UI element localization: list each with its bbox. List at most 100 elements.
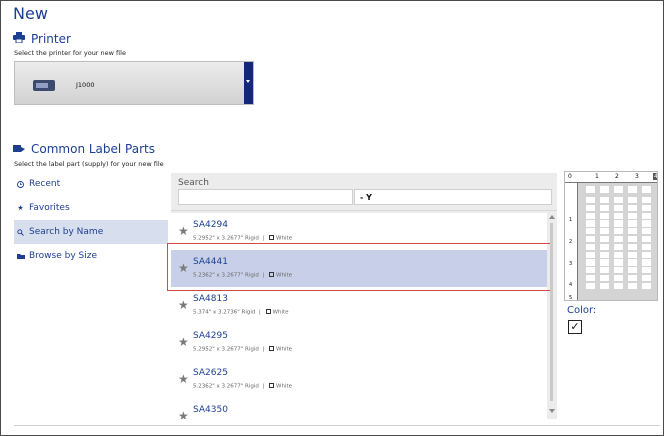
scroll-down-icon[interactable] <box>549 409 555 413</box>
part-name: SA2625 <box>193 368 228 378</box>
label-column <box>600 197 609 294</box>
printer-dropdown-button[interactable] <box>244 62 253 104</box>
part-color: White <box>276 346 293 353</box>
nav-item-label: Browse by Size <box>29 251 98 261</box>
ruler-tick-label: 3 <box>635 173 639 180</box>
tape-icon <box>13 142 25 156</box>
label-column <box>642 197 651 294</box>
printer-subtitle: Select the printer for your new file <box>14 49 126 57</box>
label-preview: 0 1 2 3 4 1 2 3 4 5 <box>564 171 658 301</box>
part-name: SA4813 <box>193 294 228 304</box>
favorite-star-icon[interactable]: ★ <box>178 335 189 349</box>
part-dims: 5.374" x 3.2736" Rigid <box>193 309 256 316</box>
ruler-horizontal: 0 1 2 3 4 <box>565 172 658 183</box>
part-color: White <box>276 272 293 279</box>
bottom-divider <box>14 425 660 426</box>
part-color: White <box>272 309 289 316</box>
list-item[interactable]: ★ SA4813 5.374" x 3.2736" Rigid | White <box>171 287 547 324</box>
list-item[interactable]: ★ SA4295 5.2952" x 3.2677" Rigid | White <box>171 324 547 361</box>
part-dims: 5.2952" x 3.2677" Rigid <box>193 346 259 353</box>
parts-panel: Search - Y ★ SA4294 5.2952" x 3.2677" Ri… <box>171 173 557 419</box>
nav-item-favorites[interactable]: ★ Favorites <box>14 196 168 220</box>
nav-item-search-by-name[interactable]: Search by Name <box>14 220 168 244</box>
color-swatch-icon <box>269 346 275 351</box>
search-filter-field[interactable]: - Y <box>354 189 552 205</box>
ruler-tick-label: 5 <box>569 295 573 301</box>
ruler-tick-label: 4 <box>569 282 573 288</box>
list-item[interactable]: ★ SA2625 5.2362" x 3.2677" Rigid | White <box>171 361 547 398</box>
nav-item-label: Recent <box>29 179 61 189</box>
ruler-tick-label: 4 <box>653 173 658 180</box>
list-item[interactable]: ★ SA4350 <box>171 398 547 419</box>
favorite-star-icon[interactable]: ★ <box>178 372 189 386</box>
label-parts-heading: Common Label Parts <box>13 142 155 156</box>
label-cell <box>614 186 623 193</box>
ruler-tick-label: 2 <box>569 239 573 245</box>
printer-selected-name: J1000 <box>76 81 95 89</box>
part-details: 5.2362" x 3.2677" Rigid | White <box>193 383 293 390</box>
color-swatch-icon <box>265 309 271 314</box>
label-cell <box>628 186 637 193</box>
color-swatch-icon <box>269 383 275 388</box>
scroll-thumb[interactable] <box>550 223 553 401</box>
label-nav: Recent ★ Favorites Search by Name Browse… <box>14 172 168 268</box>
favorite-star-icon[interactable]: ★ <box>178 261 189 275</box>
nav-item-recent[interactable]: Recent <box>14 172 168 196</box>
part-dims: 5.2362" x 3.2677" Rigid <box>193 383 259 390</box>
list-item-selected[interactable]: ★ SA4441 5.2362" x 3.2677" Rigid | White <box>171 250 547 287</box>
star-icon: ★ <box>17 203 24 212</box>
ruler-tick-label: 1 <box>569 217 573 223</box>
color-swatch-icon <box>269 272 275 277</box>
color-checkbox[interactable]: ✓ <box>568 320 582 334</box>
label-cell <box>600 186 609 193</box>
ruler-tick-label: 1 <box>595 173 599 180</box>
parts-list: ★ SA4294 5.2952" x 3.2677" Rigid | White… <box>171 213 547 419</box>
part-color: White <box>276 383 293 390</box>
scroll-up-icon[interactable] <box>549 215 555 219</box>
divider <box>171 210 557 211</box>
part-dims: 5.2952" x 3.2677" Rigid <box>193 235 259 242</box>
color-swatch-icon <box>269 235 275 240</box>
color-label: Color: <box>567 305 597 316</box>
nav-item-browse-by-size[interactable]: Browse by Size <box>14 244 168 268</box>
clock-icon <box>17 180 24 188</box>
parts-list-scrollbar[interactable] <box>548 213 556 413</box>
part-details: 5.374" x 3.2736" Rigid | White <box>193 309 289 316</box>
label-cell <box>586 186 595 193</box>
printer-icon <box>13 32 25 46</box>
part-details: 5.2362" x 3.2677" Rigid | White <box>193 272 293 279</box>
label-parts-subtitle: Select the label part (supply) for your … <box>14 160 164 168</box>
label-column <box>614 197 623 294</box>
part-details: 5.2952" x 3.2677" Rigid | White <box>193 346 293 353</box>
ruler-tick-label: 2 <box>615 173 619 180</box>
printer-select[interactable]: J1000 <box>14 61 254 105</box>
nav-item-label: Favorites <box>29 203 70 213</box>
search-label: Search <box>178 178 209 188</box>
part-name: SA4294 <box>193 220 228 230</box>
ruler-vertical: 1 2 3 4 5 <box>565 183 578 301</box>
list-item[interactable]: ★ SA4294 5.2952" x 3.2677" Rigid | White <box>171 213 547 250</box>
favorite-star-icon[interactable]: ★ <box>178 409 189 419</box>
part-dims: 5.2362" x 3.2677" Rigid <box>193 272 259 279</box>
printer-thumbnail <box>33 80 55 91</box>
part-color: White <box>276 235 293 242</box>
nav-item-label: Search by Name <box>29 227 104 237</box>
printer-heading: Printer <box>13 32 71 46</box>
label-cell <box>642 186 651 193</box>
search-icon <box>17 228 24 236</box>
page-title: New <box>13 4 48 23</box>
favorite-star-icon[interactable]: ★ <box>178 298 189 312</box>
part-details: 5.2952" x 3.2677" Rigid | White <box>193 235 293 242</box>
ruler-tick-label: 3 <box>569 261 573 267</box>
ruler-tick-label: 0 <box>568 173 572 180</box>
favorite-star-icon[interactable]: ★ <box>178 224 189 238</box>
folder-icon <box>17 253 25 260</box>
printer-heading-label: Printer <box>31 32 71 46</box>
part-name: SA4350 <box>193 405 228 415</box>
label-column <box>628 197 637 294</box>
search-input[interactable] <box>178 189 353 205</box>
part-name: SA4295 <box>193 331 228 341</box>
label-column <box>586 197 595 294</box>
part-name: SA4441 <box>193 257 228 267</box>
label-parts-heading-label: Common Label Parts <box>31 142 155 156</box>
